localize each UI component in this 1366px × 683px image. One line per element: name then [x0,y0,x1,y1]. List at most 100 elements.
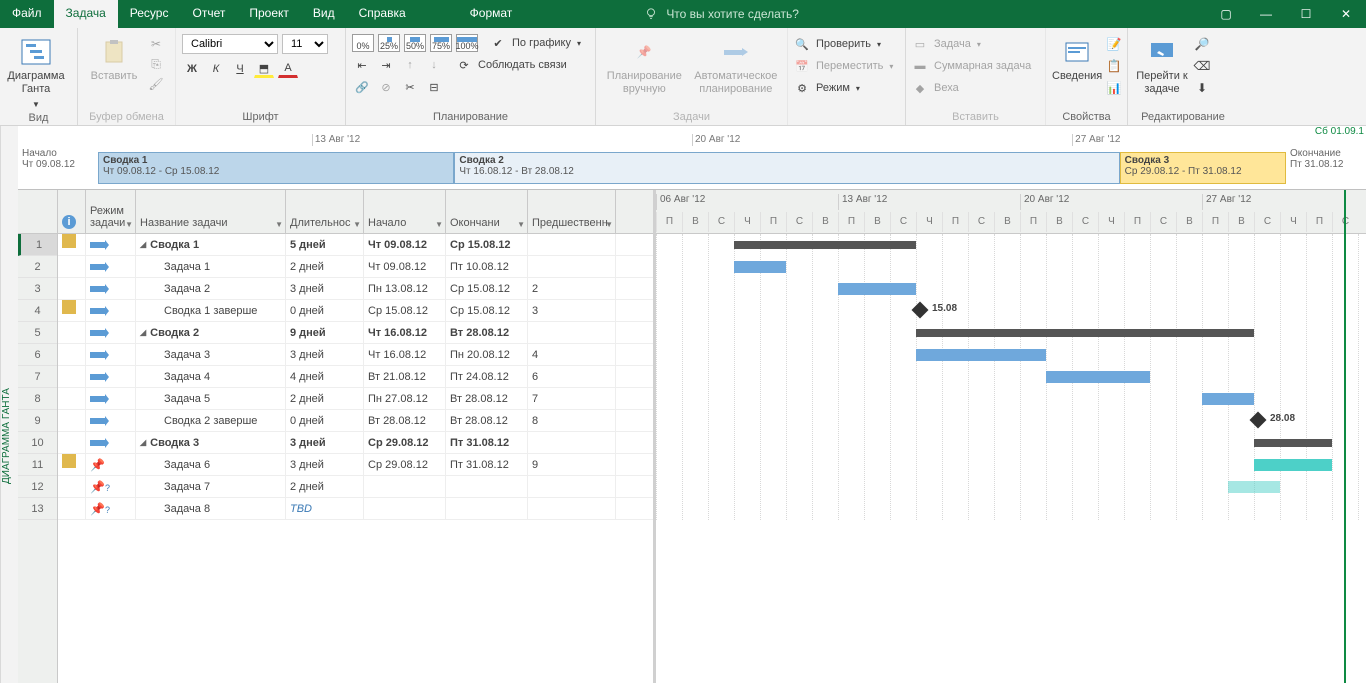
column-header-mode[interactable]: Режим задачи▼ [86,190,136,233]
font-name-select[interactable]: Calibri [182,34,278,54]
underline-button[interactable]: Ч [230,60,250,78]
close-icon[interactable]: ✕ [1326,0,1366,28]
gantt-row[interactable] [656,498,1366,520]
row-number[interactable]: 7 [18,366,57,388]
ribbon-collapse-icon[interactable]: ▢ [1206,0,1246,28]
gantt-row[interactable]: 28.08 [656,410,1366,432]
tab-file[interactable]: Файл [0,0,54,28]
table-row[interactable]: Задача 44 днейВт 21.08.12Пт 24.08.126 [58,366,653,388]
copy-icon[interactable]: ⎘ [148,56,164,72]
gantt-row[interactable] [656,322,1366,344]
inactivate-button[interactable]: ⊟ [424,78,444,96]
information-button[interactable]: Сведения [1052,32,1102,83]
gantt-row[interactable] [656,454,1366,476]
gantt-row[interactable] [656,432,1366,454]
gantt-chart-button[interactable]: Диаграмма Ганта ▼ [6,32,66,111]
gantt-row[interactable] [656,278,1366,300]
paste-button[interactable]: Вставить [84,32,144,83]
pct-100-button[interactable]: 100% [456,34,478,52]
tab-help[interactable]: Справка [347,0,418,28]
timeline-summary-bar[interactable]: Сводка 3Ср 29.08.12 - Пт 31.08.12 [1120,152,1286,184]
table-row[interactable]: Задача 52 днейПн 27.08.12Вт 28.08.127 [58,388,653,410]
task-grid[interactable]: iРежим задачи▼Название задачи▼Длительнос… [58,190,653,683]
gantt-row[interactable] [656,476,1366,498]
mode-button[interactable]: ⚙Режим▾ [794,80,860,96]
pct-25-button[interactable]: 25% [378,34,400,52]
task-bar[interactable] [838,283,916,295]
table-row[interactable]: 📌?Задача 72 дней [58,476,653,498]
table-row[interactable]: Задача 23 днейПн 13.08.12Ср 15.08.122 [58,278,653,300]
column-header-pred[interactable]: Предшественн▼ [528,190,616,233]
tab-resource[interactable]: Ресурс [118,0,181,28]
tab-report[interactable]: Отчет [180,0,237,28]
table-row[interactable]: 📌Задача 63 днейСр 29.08.12Пт 31.08.129 [58,454,653,476]
clear-icon[interactable]: ⌫ [1194,58,1210,74]
insert-milestone-button[interactable]: ◆Веха [912,80,959,96]
table-row[interactable]: Сводка 2 заверше0 днейВт 28.08.12Вт 28.0… [58,410,653,432]
font-color-button[interactable]: A [278,60,298,78]
format-painter-icon[interactable]: 🖌 [148,76,164,92]
gantt-row[interactable] [656,388,1366,410]
manual-schedule-button[interactable]: 📌 Планирование вручную [602,32,687,96]
summary-bar[interactable] [734,241,916,249]
table-row[interactable]: Сводка 33 днейСр 29.08.12Пт 31.08.12 [58,432,653,454]
row-number[interactable]: 6 [18,344,57,366]
notes-icon[interactable]: 📝 [1106,36,1122,52]
table-row[interactable]: Задача 12 днейЧт 09.08.12Пт 10.08.12 [58,256,653,278]
move-down-button[interactable]: ↓ [424,56,444,74]
row-number[interactable]: 5 [18,322,57,344]
split-button[interactable]: ✂ [400,78,420,96]
task-bar[interactable] [916,349,1046,361]
details-icon[interactable]: 📋 [1106,58,1122,74]
respect-links-button[interactable]: ⟳ Соблюдать связи [456,57,567,73]
table-row[interactable]: 📌?Задача 8TBD [58,498,653,520]
tab-format[interactable]: Формат [458,0,525,28]
gantt-row[interactable]: 15.08 [656,300,1366,322]
table-row[interactable]: Сводка 15 днейЧт 09.08.12Ср 15.08.12 [58,234,653,256]
tab-view[interactable]: Вид [301,0,347,28]
column-header-start[interactable]: Начало▼ [364,190,446,233]
insert-summary-button[interactable]: ▬Суммарная задача [912,58,1031,74]
gantt-row[interactable] [656,234,1366,256]
column-header-info[interactable]: i [58,190,86,233]
tell-me[interactable]: Что вы хотите сделать? [644,0,799,28]
summary-bar[interactable] [1254,439,1332,447]
fill-icon[interactable]: ⬇ [1194,80,1210,96]
milestone-marker[interactable] [1250,412,1267,429]
inspect-button[interactable]: 🔍Проверить▾ [794,36,881,52]
summary-bar[interactable] [916,329,1254,337]
gantt-row[interactable] [656,366,1366,388]
row-number[interactable]: 4 [18,300,57,322]
task-bar[interactable] [1202,393,1254,405]
column-header-name[interactable]: Название задачи▼ [136,190,286,233]
timeline-strip[interactable]: НачалоЧт 09.08.12 13 Авг '1220 Авг '1227… [18,126,1366,190]
italic-button[interactable]: К [206,60,226,78]
row-number[interactable]: 8 [18,388,57,410]
task-bar[interactable] [1228,481,1280,493]
minimize-icon[interactable]: — [1246,0,1286,28]
timeline-summary-bar[interactable]: Сводка 1Чт 09.08.12 - Ср 15.08.12 [98,152,454,184]
gantt-row[interactable] [656,256,1366,278]
row-number[interactable]: 3 [18,278,57,300]
cut-icon[interactable]: ✂ [148,36,164,52]
maximize-icon[interactable]: ☐ [1286,0,1326,28]
table-row[interactable]: Сводка 29 днейЧт 16.08.12Вт 28.08.12 [58,322,653,344]
row-number[interactable]: 9 [18,410,57,432]
find-icon[interactable]: 🔎 [1194,36,1210,52]
task-bar[interactable] [1254,459,1332,471]
task-bar[interactable] [734,261,786,273]
row-number[interactable]: 13 [18,498,57,520]
column-header-dur[interactable]: Длительнос▼ [286,190,364,233]
unlink-button[interactable]: ⊘ [376,78,396,96]
table-row[interactable]: Задача 33 днейЧт 16.08.12Пн 20.08.124 [58,344,653,366]
scroll-to-task-button[interactable]: Перейти к задаче [1134,32,1190,96]
timeline-add-icon[interactable]: 📊 [1106,80,1122,96]
task-bar[interactable] [1046,371,1150,383]
timeline-summary-bar[interactable]: Сводка 2Чт 16.08.12 - Вт 28.08.12 [454,152,1119,184]
pct-0-button[interactable]: 0% [352,34,374,52]
move-up-button[interactable]: ↑ [400,56,420,74]
auto-schedule-button[interactable]: Автоматическое планирование [691,32,781,96]
mark-on-track-button[interactable]: ✔ По графику▾ [490,35,581,51]
row-number[interactable]: 1 [18,234,57,256]
column-header-finish[interactable]: Окончани▼ [446,190,528,233]
